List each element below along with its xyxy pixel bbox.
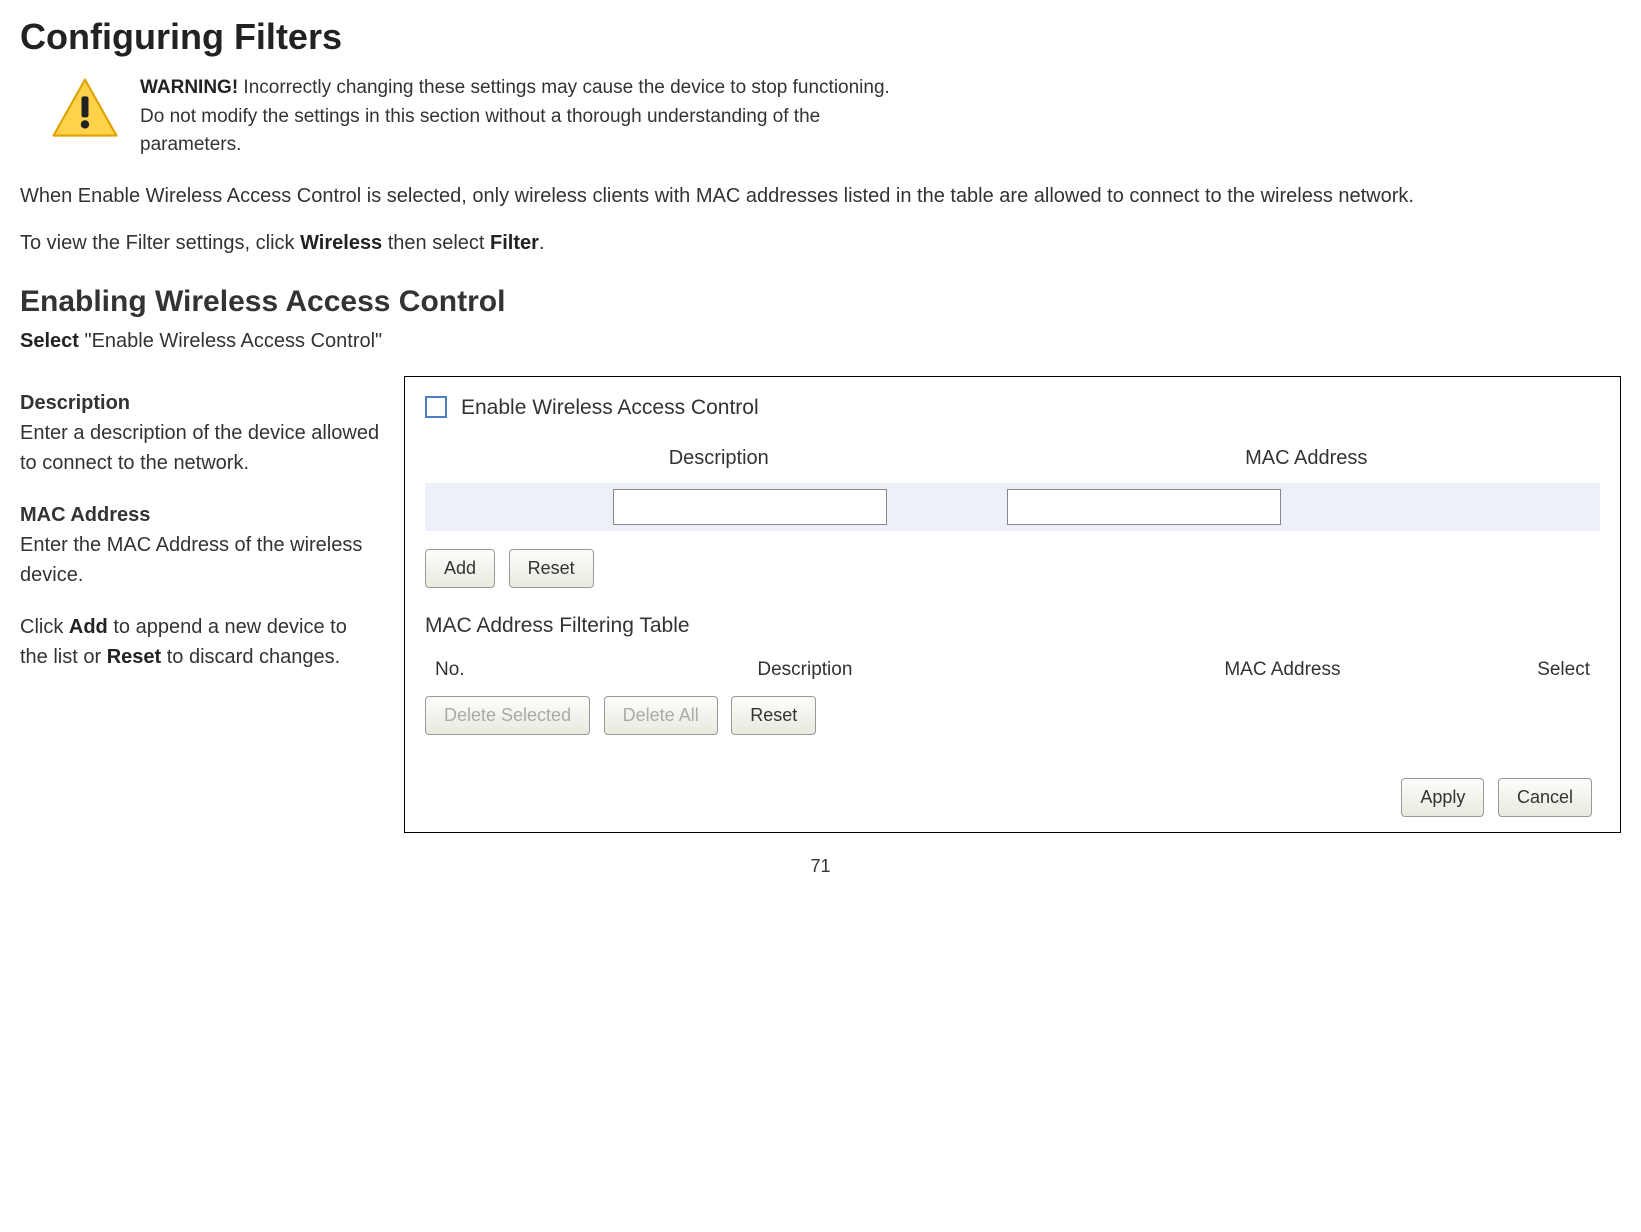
warning-icon: [50, 74, 120, 144]
table-header-select: Select: [1490, 656, 1590, 685]
delete-all-button[interactable]: Delete All: [604, 696, 718, 735]
apply-button[interactable]: Apply: [1401, 778, 1484, 817]
intro-para-1: When Enable Wireless Access Control is s…: [20, 180, 1621, 212]
text-bold: Reset: [107, 646, 161, 668]
definition-title-description: Description: [20, 388, 380, 418]
settings-panel: Enable Wireless Access Control Descripti…: [404, 376, 1621, 833]
warning-body: Incorrectly changing these settings may …: [140, 77, 890, 155]
warning-block: WARNING! Incorrectly changing these sett…: [50, 74, 1621, 160]
reset-table-button[interactable]: Reset: [731, 696, 816, 735]
section-heading: Enabling Wireless Access Control: [20, 279, 1621, 324]
column-header-mac: MAC Address: [1013, 443, 1601, 473]
table-header-mac: MAC Address: [1075, 656, 1490, 685]
column-header-description: Description: [425, 443, 1013, 473]
page-number: 71: [20, 853, 1621, 880]
cancel-button[interactable]: Cancel: [1498, 778, 1592, 817]
description-input[interactable]: [613, 489, 887, 525]
add-button[interactable]: Add: [425, 549, 495, 588]
text-fragment: .: [539, 232, 545, 254]
section-subline: Select "Enable Wireless Access Control": [20, 326, 1621, 356]
page-title: Configuring Filters: [20, 10, 1621, 64]
reset-button[interactable]: Reset: [509, 549, 594, 588]
intro-para-2: To view the Filter settings, click Wirel…: [20, 227, 1621, 259]
warning-text: WARNING! Incorrectly changing these sett…: [140, 74, 900, 160]
definition-title-mac: MAC Address: [20, 500, 380, 530]
filter-table-title: MAC Address Filtering Table: [425, 610, 1600, 642]
text-bold: Wireless: [300, 232, 382, 254]
table-header-no: No.: [435, 656, 535, 685]
table-header-description: Description: [535, 656, 1075, 685]
text-bold: Filter: [490, 232, 539, 254]
definition-body-description: Enter a description of the device allowe…: [20, 418, 380, 478]
enable-checkbox-label: Enable Wireless Access Control: [461, 392, 759, 424]
warning-prefix: WARNING!: [140, 77, 238, 98]
instruction-line: Click Add to append a new device to the …: [20, 612, 380, 672]
mac-address-input[interactable]: [1007, 489, 1281, 525]
text-fragment: to discard changes.: [161, 646, 340, 668]
text-bold: Add: [69, 616, 108, 638]
delete-selected-button[interactable]: Delete Selected: [425, 696, 590, 735]
definition-body-mac: Enter the MAC Address of the wireless de…: [20, 530, 380, 590]
text-fragment: then select: [382, 232, 490, 254]
text-fragment: "Enable Wireless Access Control": [79, 330, 382, 352]
text-bold: Select: [20, 330, 79, 352]
text-fragment: To view the Filter settings, click: [20, 232, 300, 254]
input-row: [425, 483, 1600, 531]
enable-checkbox[interactable]: [425, 396, 447, 418]
text-fragment: Click: [20, 616, 69, 638]
definitions-column: Description Enter a description of the d…: [20, 376, 380, 672]
